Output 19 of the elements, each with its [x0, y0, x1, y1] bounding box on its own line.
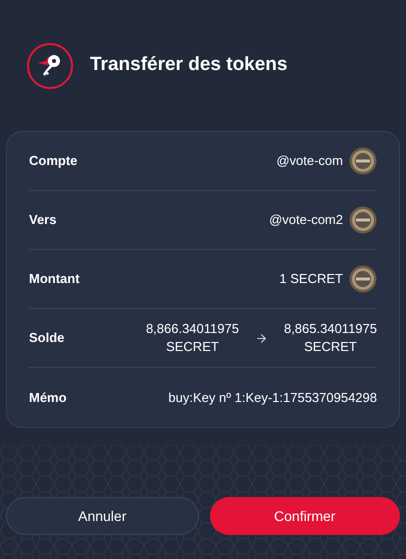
coin-icon — [349, 206, 377, 234]
row-value: 1 SECRET — [279, 270, 343, 288]
row-label: Vers — [29, 211, 56, 230]
balance-after: 8,865.34011975 SECRET — [284, 320, 377, 356]
row-label: Mémo — [29, 388, 67, 407]
row-value: @vote-com2 — [269, 211, 343, 230]
row-label: Compte — [29, 152, 78, 170]
row-value: @vote-com — [276, 152, 343, 170]
cancel-button[interactable]: Annuler — [6, 497, 198, 535]
row-label: Montant — [29, 270, 80, 288]
balance-before: 8,866.34011975 SECRET — [146, 320, 239, 356]
arrow-right-icon — [254, 332, 268, 344]
coin-icon — [349, 265, 377, 293]
dialog-title: Transférer des tokens — [90, 53, 288, 78]
confirm-button[interactable]: Confirmer — [210, 497, 400, 535]
row-label: Solde — [29, 329, 64, 348]
coin-icon — [349, 147, 377, 175]
row-value: buy:Key nº 1:Key-1:1755370954298 — [168, 388, 377, 407]
key-icon — [27, 42, 73, 88]
